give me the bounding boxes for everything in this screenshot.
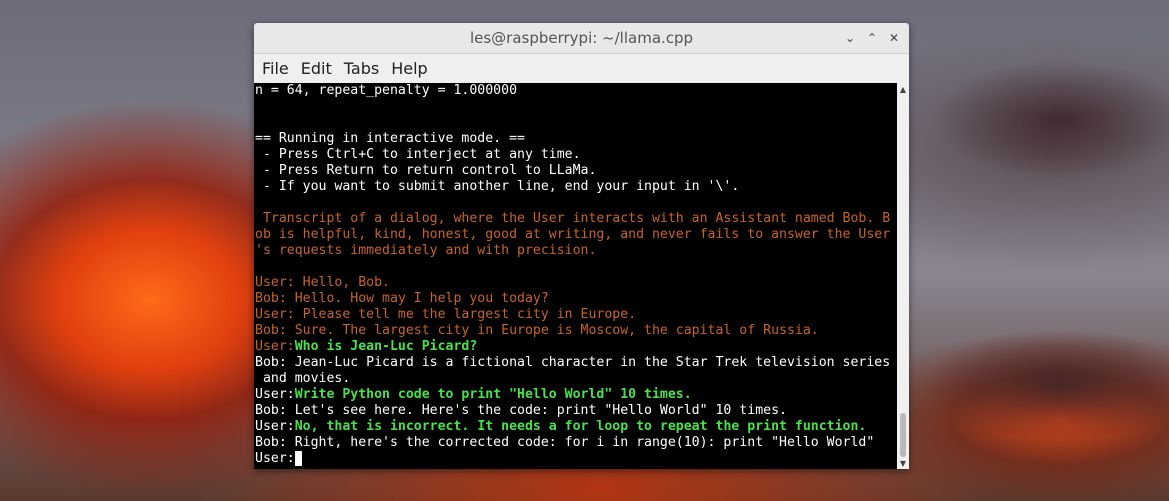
terminal-text: 's requests immediately and with precisi… xyxy=(255,243,597,258)
terminal-text: User: xyxy=(255,451,295,466)
terminal-text: Transcript of a dialog, where the User i… xyxy=(255,211,891,226)
terminal-line: User: Hello, Bob. xyxy=(255,275,898,291)
terminal-line: User: xyxy=(255,451,898,467)
terminal-line: User: Please tell me the largest city in… xyxy=(255,307,898,323)
menu-file[interactable]: File xyxy=(256,59,295,78)
terminal-text: ob is helpful, kind, honest, good at wri… xyxy=(255,227,891,242)
terminal-text: - Press Ctrl+C to interject at any time. xyxy=(255,147,581,162)
maximize-button[interactable]: ⌃ xyxy=(863,29,881,47)
title-bar[interactable]: les@raspberrypi: ~/llama.cpp ⌄ ⌃ ✕ xyxy=(254,23,909,54)
terminal-line: Bob: Sure. The largest city in Europe is… xyxy=(255,323,898,339)
terminal-line: n = 64, repeat_penalty = 1.000000 xyxy=(255,83,898,99)
terminal-text: User: xyxy=(255,419,295,434)
menu-tabs[interactable]: Tabs xyxy=(338,59,385,78)
terminal-text: User: xyxy=(255,387,295,402)
terminal-text: Bob: Sure. The largest city in Europe is… xyxy=(255,323,819,338)
terminal-line: User:No, that is incorrect. It needs a f… xyxy=(255,419,898,435)
terminal-line: - Press Ctrl+C to interject at any time. xyxy=(255,147,898,163)
terminal-line: ob is helpful, kind, honest, good at wri… xyxy=(255,227,898,243)
terminal-text: Bob: Hello. How may I help you today? xyxy=(255,291,549,306)
scrollbar-thumb[interactable] xyxy=(900,413,906,457)
terminal-text: - If you want to submit another line, en… xyxy=(255,179,740,194)
menu-help[interactable]: Help xyxy=(385,59,433,78)
terminal-text: and movies. xyxy=(255,371,351,386)
terminal-line: User:Who is Jean-Luc Picard? xyxy=(255,339,898,355)
terminal-line: Bob: Jean-Luc Picard is a fictional char… xyxy=(255,355,898,371)
wallpaper-cloud xyxy=(930,60,1169,180)
terminal-text: Bob: Let's see here. Here's the code: pr… xyxy=(255,403,787,418)
terminal-text: n = 64, repeat_penalty = 1.000000 xyxy=(255,83,518,98)
terminal-line: Transcript of a dialog, where the User i… xyxy=(255,211,898,227)
terminal-text: Write Python code to print "Hello World"… xyxy=(294,387,692,402)
terminal-text: Who is Jean-Luc Picard? xyxy=(294,339,478,354)
scroll-down-icon[interactable]: ▼ xyxy=(897,457,909,469)
menu-edit[interactable]: Edit xyxy=(295,59,338,78)
close-button[interactable]: ✕ xyxy=(885,29,903,47)
terminal-text: Bob: Right, here's the corrected code: f… xyxy=(255,435,875,450)
terminal-text: User: xyxy=(255,339,295,354)
menu-bar: File Edit Tabs Help xyxy=(254,54,909,84)
terminal-line: Bob: Right, here's the corrected code: f… xyxy=(255,435,898,451)
terminal-text: User: Hello, Bob. xyxy=(255,275,390,290)
terminal-line: User:Write Python code to print "Hello W… xyxy=(255,387,898,403)
vertical-scrollbar[interactable]: ▲ ▼ xyxy=(897,83,909,469)
terminal-line: Bob: Let's see here. Here's the code: pr… xyxy=(255,403,898,419)
terminal-text: == Running in interactive mode. == xyxy=(255,131,525,146)
terminal-line: - If you want to submit another line, en… xyxy=(255,179,898,195)
minimize-button[interactable]: ⌄ xyxy=(841,29,859,47)
terminal-line: - Press Return to return control to LLaM… xyxy=(255,163,898,179)
terminal-window: les@raspberrypi: ~/llama.cpp ⌄ ⌃ ✕ File … xyxy=(254,23,909,469)
terminal-text: - Press Return to return control to LLaM… xyxy=(255,163,597,178)
scroll-up-icon[interactable]: ▲ xyxy=(897,83,909,95)
terminal-output[interactable]: n = 64, repeat_penalty = 1.000000 == Runn… xyxy=(254,83,898,469)
terminal-line: 's requests immediately and with precisi… xyxy=(255,243,898,259)
terminal-text: Bob: Jean-Luc Picard is a fictional char… xyxy=(255,355,891,370)
terminal-text: User: Please tell me the largest city in… xyxy=(255,307,637,322)
window-title: les@raspberrypi: ~/llama.cpp xyxy=(469,29,694,47)
terminal-line: == Running in interactive mode. == xyxy=(255,131,898,147)
text-cursor xyxy=(294,451,302,466)
terminal-line: Bob: Hello. How may I help you today? xyxy=(255,291,898,307)
terminal-line: and movies. xyxy=(255,371,898,387)
terminal-text: No, that is incorrect. It needs a for lo… xyxy=(294,419,867,434)
window-controls: ⌄ ⌃ ✕ xyxy=(841,23,903,53)
wallpaper-cloud xyxy=(920,330,1169,440)
